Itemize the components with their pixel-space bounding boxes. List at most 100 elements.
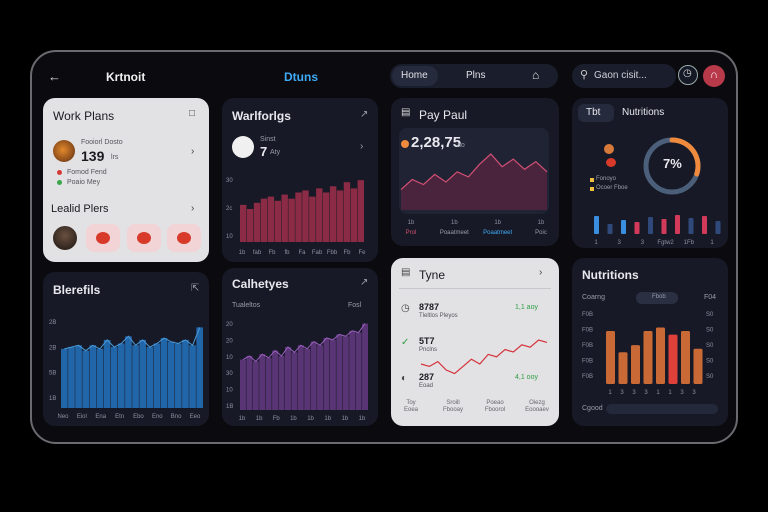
y-tick-label: 30 [226, 371, 233, 377]
y-tick-label: F0B [582, 374, 593, 380]
x-tick-label: 1 [594, 240, 598, 246]
sub-title: Lealid Plers [51, 203, 109, 215]
tomato-tile-3[interactable] [167, 224, 201, 252]
workflow-card: Warlforlgs ↗ Sinst 7 Aty › 30 2c 10 1b fab Fb… [222, 98, 378, 262]
arrow-left-icon[interactable]: ← [48, 70, 61, 83]
chevron-right-icon[interactable]: › [191, 204, 194, 214]
chart-bar [702, 216, 707, 234]
legend-label-2: Poaio Mey [67, 179, 101, 186]
chart-bar [246, 356, 253, 410]
tomato-tile-2[interactable] [127, 224, 161, 252]
x-tick-label: Fgtw2 [657, 240, 674, 246]
bookmark-icon[interactable]: □ [189, 109, 195, 119]
avatar[interactable]: ∩ [703, 65, 725, 87]
chart-bar [362, 323, 368, 410]
benefits-card: Blerefils ⇱ 2B 2B 5B 1B Neo Eiol Ena Etn Ebo Eno B… [43, 272, 209, 426]
chart-bar [274, 200, 281, 242]
y-tick-label: S0 [706, 312, 714, 318]
chart-bar [96, 348, 104, 408]
x-tick-label: Etn [115, 414, 124, 420]
nav-plans-tab[interactable]: Plns [466, 70, 485, 81]
x-tick-label: 1b [451, 220, 458, 226]
nutritions-bar-chart: F0B F0B F0B F0B F0B S0 S0 S0 S0 S0 1 3 3 3 1 1 3 3 [582, 312, 714, 396]
y-tick-label: 1B [226, 404, 233, 410]
x-tick-label: 1b [307, 416, 314, 422]
chart-bar [618, 352, 628, 384]
x-category-label: Fbooay [443, 407, 463, 413]
x-category-label: Poaatmeet [440, 230, 469, 236]
chart-bar [103, 339, 111, 408]
x-tick-label: 1b [324, 416, 331, 422]
chart-bar [297, 345, 304, 410]
chart-bar [139, 339, 146, 408]
settings-button[interactable]: ◷ [678, 65, 698, 85]
workflow-bar-chart: 30 2c 10 1b fab Fb fb Fa Fab Fbb Fb Fe [226, 178, 366, 256]
tomato-icon [177, 232, 191, 244]
x-tick-label: fb [284, 250, 290, 256]
tomato-tile-1[interactable] [86, 224, 120, 252]
chart-bar [336, 334, 343, 410]
x-category-label: Sroill [446, 400, 459, 406]
chart-bar [291, 352, 298, 410]
chart-bar [110, 347, 118, 408]
y-tick-label: 10 [226, 388, 233, 394]
x-tick-label: 3 [632, 390, 636, 396]
chart-bar [288, 198, 295, 242]
tyne-line-chart: ToyEoea SroillFbooay PoeaoFboorol OiezgEooo… [404, 339, 549, 413]
chart-bar [89, 345, 97, 408]
chart-bar [295, 192, 302, 242]
chart-bar [323, 192, 330, 242]
chart-bar [61, 348, 68, 408]
search-input[interactable]: Gaon cisit... [594, 70, 647, 81]
x-tick-label: Fab [312, 250, 323, 256]
x-tick-label: Eiol [77, 414, 87, 420]
chart-bar [175, 343, 182, 408]
x-category-label: Toy [406, 400, 415, 406]
chart-bar [594, 216, 599, 234]
chart-bar [310, 341, 317, 410]
x-tick-label: 1b [359, 416, 366, 422]
x-tick-label: 3 [692, 390, 696, 396]
x-tick-label: Ebo [133, 414, 144, 420]
x-tick-label: Fb [268, 250, 276, 256]
chart-bar [343, 182, 351, 242]
chart-bar [259, 354, 266, 410]
calories-card: Calhetyes ↗ Tualeltos Fosl 20 20 10 30 10 1B 1… [222, 268, 378, 426]
x-tick-label: 1 [710, 240, 714, 246]
x-tick-label: 3 [680, 390, 684, 396]
x-tick-label: 1b [342, 416, 349, 422]
app-name: Krtnoit [106, 70, 146, 84]
work-plans-card: Work Plans □ Fooiorl Dosto 139 lrs › Fom… [43, 98, 209, 262]
x-tick-label: 1b [290, 416, 297, 422]
legend-label-1: Fomod Fend [67, 169, 107, 176]
nav-home-label: Home [401, 70, 428, 81]
house-icon[interactable]: ⌂ [532, 69, 539, 81]
clock-icon: ◷ [683, 68, 692, 79]
x-tick-label: Fb [343, 250, 351, 256]
chart-bar [68, 347, 75, 408]
chart-bar [153, 343, 161, 408]
x-tick-label: Fe [358, 250, 366, 256]
chart-bar [621, 220, 626, 234]
chart-bar [349, 330, 356, 410]
nav-bar: Home Plns ⌂ [390, 64, 558, 88]
search-icon: ⚲ [580, 69, 589, 81]
app-window: ← Krtnoit Dtuns Home Plns ⌂ ⚲ Gaon cisit… [30, 50, 738, 444]
chart-bar [146, 347, 154, 408]
x-tick-label: 1 [668, 390, 672, 396]
chart-bar [167, 341, 175, 408]
x-tick-label: 1b [538, 220, 545, 226]
search-box[interactable]: ⚲ Gaon cisit... [572, 64, 676, 88]
chart-bar [302, 190, 309, 242]
y-tick-label: F0B [582, 312, 593, 318]
chart-bar [267, 196, 275, 242]
chart-bar [246, 209, 254, 242]
x-tick-label: 1b [256, 416, 263, 422]
y-tick-label: 10 [226, 355, 233, 361]
chart-bar [240, 359, 246, 410]
pay-panel-card: ▤ Pay Paul 2,28,75 ao 1b 1b 1b 1b Prol Poaatm… [391, 98, 559, 246]
chevron-right-icon[interactable]: › [191, 147, 194, 157]
nutrition-gauge-card: Tbt Nutritions Fonoyo Ocoer Fboe 1 3 3 Fgtw… [572, 98, 728, 248]
chart-bar [675, 215, 680, 234]
y-tick-label: S0 [706, 328, 714, 334]
